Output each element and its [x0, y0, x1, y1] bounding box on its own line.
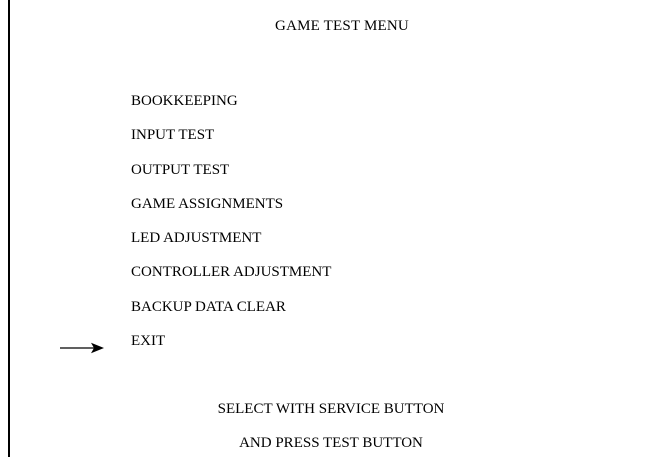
menu-item-backup-data-clear[interactable]: BACKUP DATA CLEAR	[131, 297, 331, 331]
menu-item-controller-adjustment[interactable]: CONTROLLER ADJUSTMENT	[131, 262, 331, 296]
menu-item-output-test[interactable]: OUTPUT TEST	[131, 160, 331, 194]
footer-instruction-line2: AND PRESS TEST BUTTON	[239, 435, 423, 451]
menu-item-led-adjustment[interactable]: LED ADJUSTMENT	[131, 228, 331, 262]
page-title: GAME TEST MENU	[275, 18, 409, 34]
menu-item-input-test[interactable]: INPUT TEST	[131, 125, 331, 159]
screen-left-border	[8, 0, 10, 457]
menu-item-exit[interactable]: EXIT	[131, 331, 331, 365]
footer-instruction-line1: SELECT WITH SERVICE BUTTON	[217, 401, 445, 417]
right-arrow-icon	[60, 342, 104, 354]
game-test-menu-screen: GAME TEST MENU BOOKKEEPING INPUT TEST OU…	[0, 0, 662, 457]
menu-item-game-assignments[interactable]: GAME ASSIGNMENTS	[131, 194, 331, 228]
menu-item-bookkeeping[interactable]: BOOKKEEPING	[131, 91, 331, 125]
test-menu-list: BOOKKEEPING INPUT TEST OUTPUT TEST GAME …	[131, 91, 331, 365]
